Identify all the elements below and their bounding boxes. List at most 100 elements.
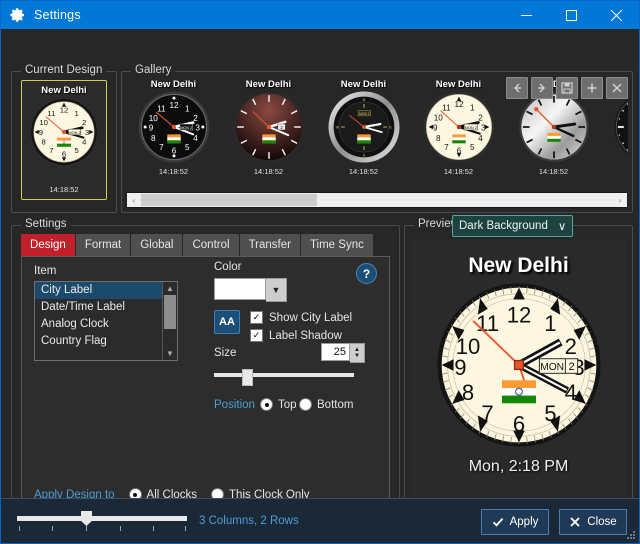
resize-grip[interactable] <box>627 531 636 540</box>
tab-format[interactable]: Format <box>76 234 130 256</box>
size-spinner-buttons[interactable]: ▲ ▼ <box>350 343 365 363</box>
svg-text:8: 8 <box>151 134 156 143</box>
grid-size-slider[interactable] <box>17 512 187 532</box>
grid-slider-thumb[interactable] <box>81 511 92 526</box>
svg-text:MON 2: MON 2 <box>180 126 192 130</box>
item-listbox-scrollbar[interactable]: ▲ ▼ <box>162 282 177 360</box>
background-select[interactable]: Dark Background ∨ <box>452 215 573 237</box>
font-button[interactable]: AA <box>214 310 240 334</box>
list-item[interactable]: Analog Clock <box>35 316 177 333</box>
next-design-button[interactable] <box>531 77 553 99</box>
tab-design[interactable]: Design <box>21 234 75 256</box>
gallery-item[interactable]: New Delhi 1212 345 678 91011 <box>126 77 221 187</box>
svg-text:10: 10 <box>39 118 48 127</box>
svg-text:7: 7 <box>159 143 164 152</box>
size-value[interactable]: 25 <box>321 343 350 361</box>
svg-text:8: 8 <box>461 380 473 405</box>
grid-slider-track[interactable] <box>17 516 187 521</box>
gallery-group: Gallery New Delhi 1212 345 678 91011 <box>121 71 633 213</box>
listbox-scroll-thumb[interactable] <box>164 295 176 329</box>
scroll-right-icon[interactable]: › <box>613 194 627 206</box>
svg-text:7: 7 <box>444 143 449 152</box>
previous-design-button[interactable] <box>506 77 528 99</box>
position-top-radio[interactable]: Top <box>260 398 297 411</box>
svg-text:6: 6 <box>171 147 176 156</box>
minimize-button[interactable] <box>504 1 549 29</box>
current-design-clock: 1212 345 678 91011 <box>29 97 99 167</box>
gallery-clock-maroon-radial: 2 <box>232 90 306 164</box>
label-shadow-checkbox[interactable]: ✓ Label Shadow <box>250 329 342 342</box>
apply-button-label: Apply <box>510 516 539 528</box>
svg-text:11: 11 <box>47 109 55 118</box>
checkbox-mark: ✓ <box>250 329 263 342</box>
show-city-label-checkbox[interactable]: ✓ Show City Label <box>250 311 352 324</box>
svg-text:11: 11 <box>157 104 166 113</box>
tab-control[interactable]: Control <box>183 234 238 256</box>
gallery-scrollbar-track[interactable] <box>141 194 613 206</box>
svg-text:9: 9 <box>39 128 43 137</box>
preview-clock: 1212 345 678 91011 <box>434 280 604 450</box>
bottom-bar: 3 Columns, 2 Rows Apply Close <box>1 498 639 543</box>
svg-text:9: 9 <box>148 124 153 133</box>
delete-design-button[interactable] <box>606 77 628 99</box>
size-slider[interactable] <box>214 369 354 381</box>
preview-datetime: Mon, 2:18 PM <box>469 458 569 476</box>
position-top-label: Top <box>278 399 297 411</box>
size-stepper[interactable]: 25 ▲ ▼ <box>321 343 365 363</box>
svg-text:8: 8 <box>436 134 441 143</box>
add-design-button[interactable] <box>581 77 603 99</box>
gallery-scrollbar[interactable]: ‹ › <box>126 192 628 208</box>
svg-text:MON 2: MON 2 <box>359 112 370 116</box>
item-listbox[interactable]: City Label Date/Time Label Analog Clock … <box>34 281 178 361</box>
current-design-label: Current Design <box>21 64 106 76</box>
svg-text:11: 11 <box>476 311 499 336</box>
chevron-down-icon[interactable]: ∨ <box>558 219 566 233</box>
svg-text:1: 1 <box>544 311 556 336</box>
tab-global[interactable]: Global <box>131 234 182 256</box>
svg-text:5: 5 <box>544 401 556 426</box>
scroll-left-icon[interactable]: ‹ <box>127 194 141 206</box>
list-item[interactable]: City Label <box>35 282 177 299</box>
checkbox-mark: ✓ <box>250 311 263 324</box>
svg-text:2: 2 <box>478 113 483 122</box>
chevron-up-icon[interactable]: ▲ <box>163 282 177 295</box>
tab-transfer[interactable]: Transfer <box>240 234 300 256</box>
position-label: Position <box>214 399 255 411</box>
chevron-down-icon[interactable]: ▼ <box>163 347 177 360</box>
window-controls <box>504 1 639 29</box>
svg-text:3: 3 <box>195 124 200 133</box>
tab-time-sync[interactable]: Time Sync <box>301 234 373 256</box>
spin-down-icon[interactable]: ▼ <box>354 353 360 359</box>
show-city-label-text: Show City Label <box>269 312 352 324</box>
size-label: Size <box>214 347 236 359</box>
gallery-scrollbar-thumb[interactable] <box>141 194 317 206</box>
list-item[interactable]: Date/Time Label <box>35 299 177 316</box>
maximize-button[interactable] <box>549 1 594 29</box>
size-slider-track[interactable] <box>214 373 354 377</box>
close-dialog-button[interactable]: Close <box>559 509 627 535</box>
current-design-time: 14:18:52 <box>49 185 78 194</box>
size-slider-thumb[interactable] <box>242 369 253 386</box>
gallery-item[interactable]: New Delhi 1212 345 678 91011 <box>411 77 506 187</box>
help-button[interactable]: ? <box>356 263 377 284</box>
svg-text:MON 2: MON 2 <box>68 131 80 135</box>
gallery-item[interactable]: New Delhi NESW <box>316 77 411 187</box>
current-design-card[interactable]: New Delhi 1212 345 678 91011 <box>21 80 107 200</box>
chevron-down-icon[interactable]: ▼ <box>266 278 287 302</box>
window-body: Current Design New Delhi 1212 345 678 91… <box>1 29 639 543</box>
gallery-item[interactable]: New Delhi <box>221 77 316 187</box>
radio-mark <box>299 398 312 411</box>
svg-text:1: 1 <box>74 109 78 118</box>
list-item[interactable]: Country Flag <box>35 333 177 350</box>
gear-icon <box>10 7 26 23</box>
apply-button[interactable]: Apply <box>481 509 549 535</box>
position-bottom-radio[interactable]: Bottom <box>299 398 353 411</box>
color-swatch[interactable] <box>214 278 266 300</box>
svg-text:9: 9 <box>433 124 438 133</box>
save-design-button[interactable] <box>556 77 578 99</box>
color-picker[interactable]: ▼ <box>214 278 287 302</box>
svg-text:3: 3 <box>85 128 89 137</box>
gallery-toolbar <box>506 77 628 99</box>
close-button[interactable] <box>594 1 639 29</box>
svg-text:10: 10 <box>433 113 443 122</box>
